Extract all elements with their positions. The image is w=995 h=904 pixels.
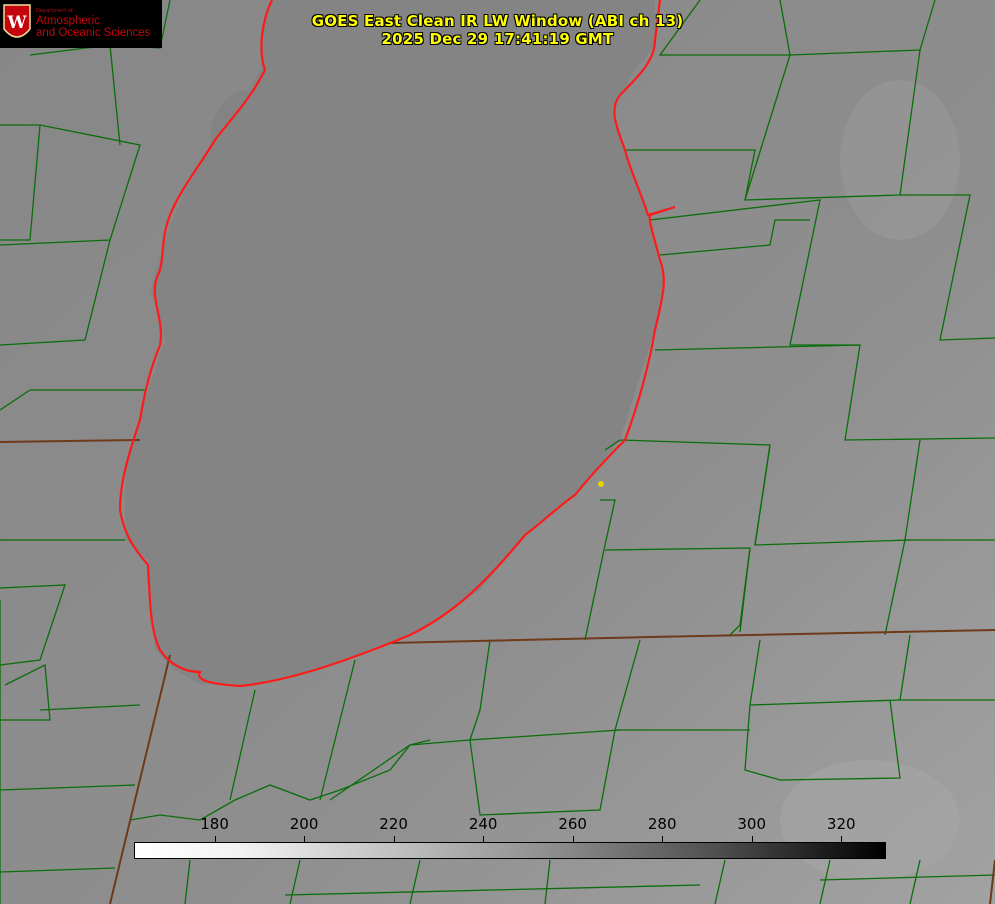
colorbar-tick-label: 300 bbox=[737, 815, 767, 833]
warm-patch bbox=[840, 80, 960, 240]
uw-aos-logo: W Department of Atmospheric and Oceanic … bbox=[0, 0, 162, 48]
colorbar-tick-label: 240 bbox=[468, 815, 498, 833]
colorbar-tick-label: 260 bbox=[558, 815, 587, 833]
uw-seal-icon: W bbox=[3, 4, 31, 38]
map-canvas bbox=[0, 0, 995, 904]
colorbar-tick-label: 180 bbox=[200, 815, 229, 833]
colorbar-tick-label: 320 bbox=[826, 815, 856, 833]
logo-text: Department of Atmospheric and Oceanic Sc… bbox=[36, 9, 151, 39]
marker-dot bbox=[598, 481, 604, 487]
colorbar bbox=[134, 842, 886, 859]
logo-line-2: and Oceanic Sciences bbox=[36, 26, 151, 39]
colorbar-tick-label: 280 bbox=[647, 815, 677, 833]
svg-text:W: W bbox=[6, 13, 27, 33]
image-timestamp: 2025 Dec 29 17:41:19 GMT bbox=[381, 30, 614, 48]
satellite-view: W Department of Atmospheric and Oceanic … bbox=[0, 0, 995, 904]
colorbar-tick-label: 220 bbox=[379, 815, 408, 833]
image-title: GOES East Clean IR LW Window (ABI ch 13) bbox=[311, 12, 684, 30]
colorbar-tick-label: 200 bbox=[289, 815, 319, 833]
logo-line-1: Atmospheric bbox=[36, 14, 100, 27]
